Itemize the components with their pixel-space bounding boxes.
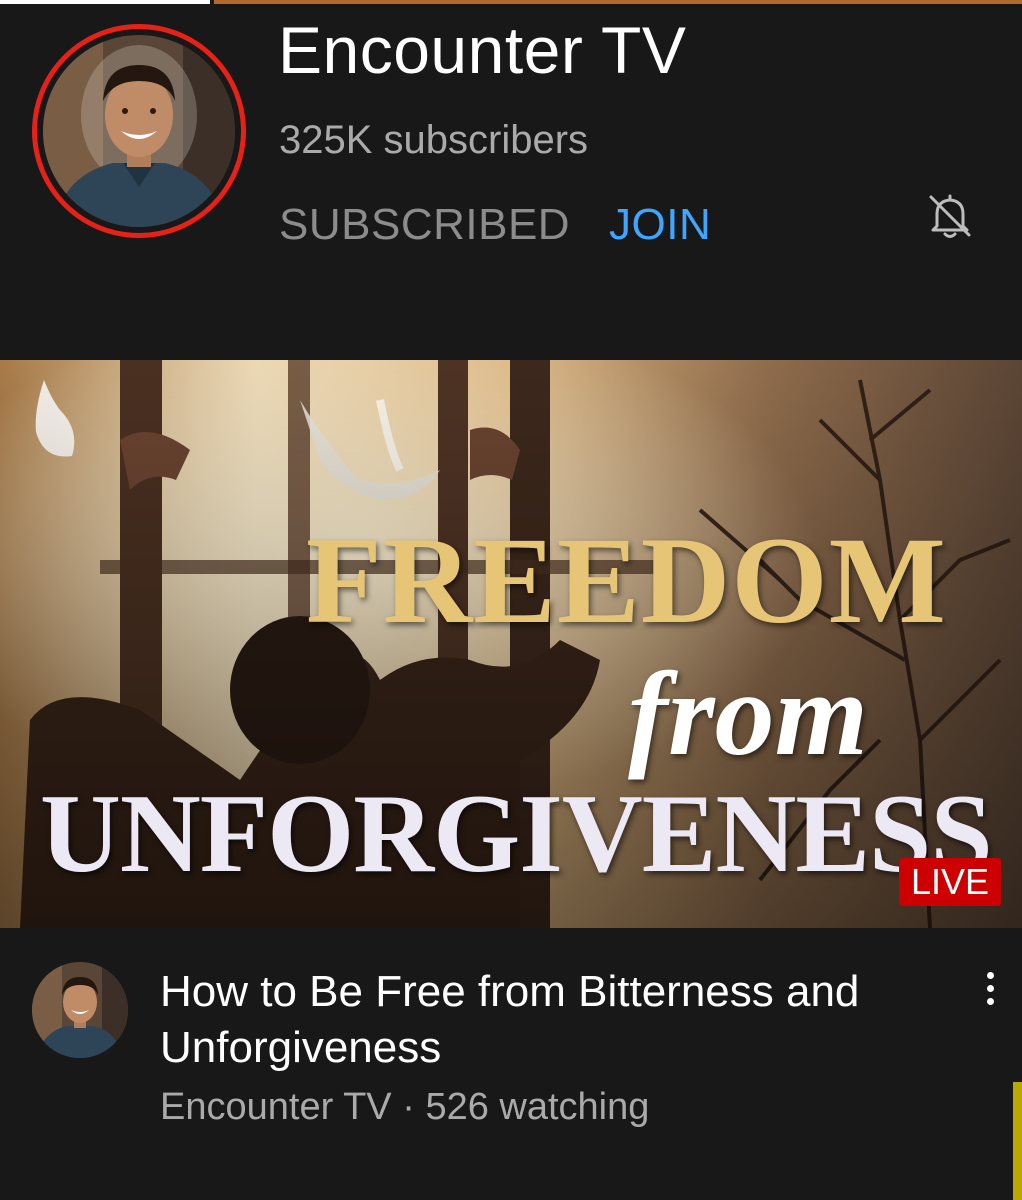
thumbnail-title-line3: UNFORGIVENESS [40, 772, 993, 896]
video-channel-avatar[interactable] [32, 962, 128, 1058]
viewer-count: 526 watching [425, 1086, 650, 1128]
channel-avatar [43, 35, 235, 227]
bell-off-icon[interactable] [922, 188, 978, 244]
video-title[interactable]: How to Be Free from Bitterness and Unfor… [160, 964, 920, 1076]
video-thumbnail[interactable]: FREEDOM from UNFORGIVENESS LIVE [0, 360, 1022, 928]
subscriber-count: 325K subscribers [279, 118, 589, 162]
channel-name[interactable]: Encounter TV [278, 12, 686, 88]
channel-avatar-live-ring[interactable] [32, 24, 246, 238]
kebab-dot [986, 997, 994, 1005]
more-vert-icon[interactable] [974, 964, 1006, 1012]
thumbnail-title-line2: from [628, 647, 868, 780]
kebab-dot [986, 984, 994, 992]
channel-header: Encounter TV 325K subscribers SUBSCRIBED… [0, 4, 1022, 360]
thumbnail-title-line1: FREEDOM [306, 512, 947, 649]
meta-separator: · [402, 1086, 415, 1128]
subscribed-button[interactable]: SUBSCRIBED [279, 200, 570, 250]
video-channel-name[interactable]: Encounter TV [160, 1086, 392, 1128]
video-details: How to Be Free from Bitterness and Unfor… [0, 928, 1022, 1200]
scrollbar[interactable] [1013, 1082, 1022, 1200]
video-meta: Encounter TV · 526 watching [160, 1086, 649, 1129]
join-button[interactable]: JOIN [609, 200, 711, 250]
live-badge: LIVE [899, 858, 1002, 906]
kebab-dot [986, 971, 994, 979]
